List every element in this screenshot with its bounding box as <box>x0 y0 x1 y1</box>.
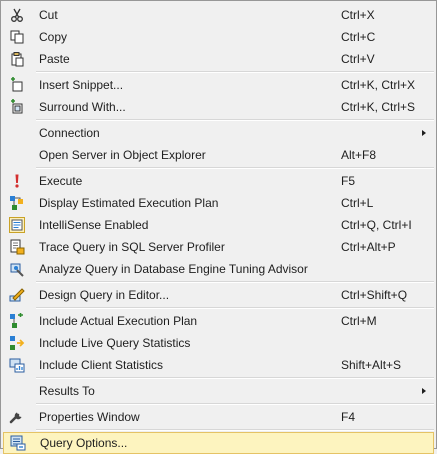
menu-item-include-live-query-statistics[interactable]: Include Live Query Statistics <box>3 332 434 354</box>
submenu-arrow-icon <box>422 388 426 394</box>
actual-plan-icon <box>9 313 25 329</box>
menu-separator <box>36 429 434 431</box>
menu-item-label: Include Client Statistics <box>39 358 164 372</box>
insert-snippet-icon <box>9 77 25 93</box>
menu-item-label: Include Live Query Statistics <box>39 336 191 350</box>
menu-item-analyze-query-in-database-engine-tuning-advisor[interactable]: Analyze Query in Database Engine Tuning … <box>3 258 434 280</box>
menu-item-label: Connection <box>39 126 100 140</box>
menu-item-label: Properties Window <box>39 410 140 424</box>
menu-item-query-options[interactable]: Query Options... <box>3 432 434 454</box>
menu-item-intellisense-enabled[interactable]: IntelliSense Enabled Ctrl+Q, Ctrl+I <box>3 214 434 236</box>
menu-item-surround-with[interactable]: Surround With... Ctrl+K, Ctrl+S <box>3 96 434 118</box>
menu-item-label: Insert Snippet... <box>39 78 124 92</box>
menu-item-shortcut: F5 <box>341 174 356 188</box>
menu-item-shortcut: Ctrl+Q, Ctrl+I <box>341 218 412 232</box>
context-menu: Cut Ctrl+X Copy Ctrl+C Paste Ctrl+V Insert Sni… <box>0 0 437 454</box>
menu-item-label: Open Server in Object Explorer <box>39 148 206 162</box>
menu-item-results-to[interactable]: Results To <box>3 380 434 402</box>
paste-icon <box>9 51 25 67</box>
menu-item-label: Results To <box>39 384 95 398</box>
menu-item-shortcut: F4 <box>341 410 356 424</box>
design-query-icon <box>9 287 25 303</box>
menu-item-shortcut: Ctrl+C <box>341 30 376 44</box>
menu-separator <box>36 119 434 121</box>
menu-item-label: Query Options... <box>40 436 128 450</box>
menu-item-paste[interactable]: Paste Ctrl+V <box>3 48 434 70</box>
menu-item-label: Copy <box>39 30 68 44</box>
menu-item-properties-window[interactable]: Properties Window F4 <box>3 406 434 428</box>
menu-item-shortcut: Alt+F8 <box>341 148 377 162</box>
menu-item-shortcut: Ctrl+M <box>341 314 377 328</box>
menu-item-display-estimated-execution-plan[interactable]: Display Estimated Execution Plan Ctrl+L <box>3 192 434 214</box>
wrench-icon <box>9 409 25 425</box>
menu-item-open-server-in-object-explorer[interactable]: Open Server in Object Explorer Alt+F8 <box>3 144 434 166</box>
intellisense-icon <box>9 217 25 233</box>
menu-item-copy[interactable]: Copy Ctrl+C <box>3 26 434 48</box>
profiler-icon <box>9 239 25 255</box>
tuning-advisor-icon <box>9 261 25 277</box>
menu-item-label: Design Query in Editor... <box>39 288 170 302</box>
menu-item-label: Display Estimated Execution Plan <box>39 196 219 210</box>
copy-icon <box>9 29 25 45</box>
menu-item-shortcut: Ctrl+Alt+P <box>341 240 396 254</box>
execution-plan-icon <box>9 195 25 211</box>
menu-item-label: Analyze Query in Database Engine Tuning … <box>39 262 308 276</box>
menu-item-shortcut: Shift+Alt+S <box>341 358 402 372</box>
menu-item-label: Cut <box>39 8 58 22</box>
execute-icon <box>9 173 25 189</box>
menu-item-shortcut: Ctrl+Shift+Q <box>341 288 408 302</box>
client-statistics-icon <box>9 357 25 373</box>
scissors-icon <box>9 7 25 23</box>
submenu-arrow-icon <box>422 130 426 136</box>
menu-item-design-query-in-editor[interactable]: Design Query in Editor... Ctrl+Shift+Q <box>3 284 434 306</box>
menu-item-label: Surround With... <box>39 100 126 114</box>
menu-item-include-actual-execution-plan[interactable]: Include Actual Execution Plan Ctrl+M <box>3 310 434 332</box>
menu-item-shortcut: Ctrl+K, Ctrl+X <box>341 78 416 92</box>
menu-separator <box>36 403 434 405</box>
menu-item-label: Trace Query in SQL Server Profiler <box>39 240 225 254</box>
menu-separator <box>36 281 434 283</box>
menu-separator <box>36 167 434 169</box>
menu-item-connection[interactable]: Connection <box>3 122 434 144</box>
menu-item-shortcut: Ctrl+K, Ctrl+S <box>341 100 416 114</box>
menu-item-shortcut: Ctrl+L <box>341 196 374 210</box>
menu-separator <box>36 377 434 379</box>
live-statistics-icon <box>9 335 25 351</box>
menu-separator <box>36 71 434 73</box>
menu-item-insert-snippet[interactable]: Insert Snippet... Ctrl+K, Ctrl+X <box>3 74 434 96</box>
menu-item-label: Paste <box>39 52 70 66</box>
menu-item-label: Include Actual Execution Plan <box>39 314 198 328</box>
menu-item-execute[interactable]: Execute F5 <box>3 170 434 192</box>
menu-item-label: IntelliSense Enabled <box>39 218 149 232</box>
menu-item-cut[interactable]: Cut Ctrl+X <box>3 4 434 26</box>
menu-item-include-client-statistics[interactable]: Include Client Statistics Shift+Alt+S <box>3 354 434 376</box>
surround-with-icon <box>9 99 25 115</box>
menu-items: Cut Ctrl+X Copy Ctrl+C Paste Ctrl+V Insert Sni… <box>1 4 436 454</box>
menu-item-label: Execute <box>39 174 83 188</box>
menu-item-shortcut: Ctrl+X <box>341 8 375 22</box>
menu-item-trace-query-in-sql-server-profiler[interactable]: Trace Query in SQL Server Profiler Ctrl+A… <box>3 236 434 258</box>
menu-item-shortcut: Ctrl+V <box>341 52 375 66</box>
menu-separator <box>36 307 434 309</box>
